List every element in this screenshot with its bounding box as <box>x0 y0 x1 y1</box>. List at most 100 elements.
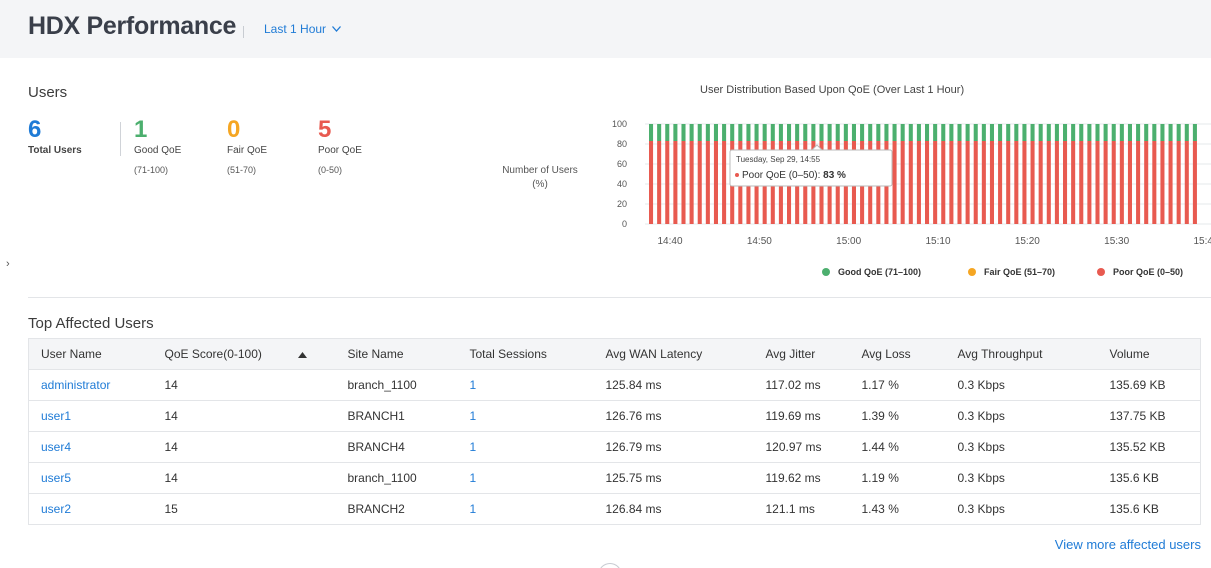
cell-user-name[interactable]: user1 <box>28 400 153 432</box>
cell-qoe-score: 15 <box>152 493 336 525</box>
cell-qoe-score: 14 <box>152 400 336 432</box>
bar-good-qoe <box>827 124 832 141</box>
legend-dot-poor <box>1097 268 1105 276</box>
user-link[interactable]: user2 <box>41 502 71 516</box>
user-link[interactable]: user4 <box>41 440 71 454</box>
col-header-user-name[interactable]: User Name <box>28 338 153 370</box>
qoe-distribution-chart[interactable]: 100 80 60 40 20 0 14:40 14:50 15:00 15:10 15:20 15:… <box>600 112 1211 254</box>
cell-total-sessions[interactable]: 1 <box>457 462 594 494</box>
col-header-avg-wan-latency[interactable]: Avg WAN Latency <box>593 338 754 370</box>
sessions-link[interactable]: 1 <box>470 409 477 423</box>
tooltip-date: Tuesday, Sep 29, 14:55 <box>736 155 821 164</box>
cell-avg-loss: 1.17 % <box>849 369 946 401</box>
bar-poor-qoe <box>1111 141 1116 224</box>
col-header-avg-loss[interactable]: Avg Loss <box>849 338 946 370</box>
bar-poor-qoe <box>1192 141 1197 224</box>
time-range-dropdown[interactable]: Last 1 Hour <box>264 22 342 36</box>
bar-poor-qoe <box>892 141 897 224</box>
bar-good-qoe <box>746 124 751 141</box>
col-header-total-sessions[interactable]: Total Sessions <box>457 338 594 370</box>
cell-avg-throughput: 0.3 Kbps <box>945 400 1098 432</box>
stat-good-qoe: 1 Good QoE (71-100) <box>134 116 181 176</box>
bar-good-qoe <box>989 124 994 141</box>
sessions-link[interactable]: 1 <box>470 502 477 516</box>
cell-user-name[interactable]: user4 <box>28 431 153 463</box>
stat-value: 1 <box>134 116 148 143</box>
cell-total-sessions[interactable]: 1 <box>457 493 594 525</box>
bar-good-qoe <box>860 124 865 141</box>
cell-avg-loss: 1.19 % <box>849 462 946 494</box>
bar-good-qoe <box>998 124 1003 141</box>
sessions-link[interactable]: 1 <box>470 471 477 485</box>
legend-label-poor: Poor QoE (0–50) <box>1113 267 1184 277</box>
bar-good-qoe <box>1168 124 1173 141</box>
tooltip-series: Poor QoE (0–50): 83 % <box>742 170 846 181</box>
cell-avg-wan-latency: 126.84 ms <box>593 493 754 525</box>
x-tick-label: 15:00 <box>836 236 861 247</box>
bar-good-qoe <box>949 124 954 141</box>
chart-title: User Distribution Based Upon QoE (Over L… <box>700 84 965 96</box>
user-link[interactable]: administrator <box>41 378 110 392</box>
bar-good-qoe <box>713 124 718 141</box>
cell-site-name: BRANCH4 <box>335 431 458 463</box>
bar-poor-qoe <box>689 141 694 224</box>
cell-total-sessions[interactable]: 1 <box>457 369 594 401</box>
time-range-label: Last 1 Hour <box>264 22 327 36</box>
bar-good-qoe <box>835 124 840 141</box>
bar-poor-qoe <box>1144 141 1149 224</box>
cell-user-name[interactable]: user2 <box>28 493 153 525</box>
col-header-avg-throughput[interactable]: Avg Throughput <box>945 338 1098 370</box>
cell-qoe-score: 14 <box>152 369 336 401</box>
bar-good-qoe <box>819 124 824 141</box>
scroll-handle[interactable] <box>598 563 622 568</box>
bar-poor-qoe <box>989 141 994 224</box>
top-affected-users-table: User Name QoE Score(0-100) Site Name Tot… <box>28 338 1201 525</box>
cell-avg-wan-latency: 125.75 ms <box>593 462 754 494</box>
col-header-qoe-score[interactable]: QoE Score(0-100) <box>152 338 336 370</box>
legend-item-fair[interactable]: Fair QoE (51–70) <box>968 267 1055 277</box>
bar-good-qoe <box>762 124 767 141</box>
cell-user-name[interactable]: administrator <box>28 369 153 401</box>
sessions-link[interactable]: 1 <box>470 378 477 392</box>
x-tick-label: 15:30 <box>1104 236 1129 247</box>
cell-qoe-score: 14 <box>152 431 336 463</box>
bar-good-qoe <box>868 124 873 141</box>
col-header-site-name[interactable]: Site Name <box>335 338 458 370</box>
bar-good-qoe <box>811 124 816 141</box>
cell-volume: 135.69 KB <box>1097 369 1201 401</box>
bar-good-qoe <box>1119 124 1124 141</box>
legend-item-poor[interactable]: Poor QoE (0–50) <box>1097 267 1183 277</box>
bar-poor-qoe <box>1103 141 1108 224</box>
legend-item-good[interactable]: Good QoE (71–100) <box>822 267 921 277</box>
stat-label: Poor QoE <box>318 145 362 156</box>
cell-total-sessions[interactable]: 1 <box>457 400 594 432</box>
x-tick-label: 14:50 <box>747 236 772 247</box>
view-more-affected-users-link[interactable]: View more affected users <box>1055 537 1201 552</box>
cell-volume: 135.52 KB <box>1097 431 1201 463</box>
sort-ascending-icon[interactable] <box>297 351 307 358</box>
table-row: user2 15 BRANCH2 1 126.84 ms 121.1 ms 1.… <box>28 493 1201 525</box>
bar-good-qoe <box>705 124 710 141</box>
sessions-link[interactable]: 1 <box>470 440 477 454</box>
cell-avg-throughput: 0.3 Kbps <box>945 431 1098 463</box>
col-header-avg-jitter[interactable]: Avg Jitter <box>753 338 850 370</box>
user-link[interactable]: user1 <box>41 409 71 423</box>
users-section-title: Users <box>28 84 68 101</box>
stat-range: (51-70) <box>227 165 257 175</box>
collapse-arrow-icon[interactable]: › <box>6 258 10 270</box>
bar-poor-qoe <box>957 141 962 224</box>
bar-poor-qoe <box>1119 141 1124 224</box>
cell-total-sessions[interactable]: 1 <box>457 431 594 463</box>
col-header-volume[interactable]: Volume <box>1097 338 1201 370</box>
bar-poor-qoe <box>1152 141 1157 224</box>
bar-poor-qoe <box>908 141 913 224</box>
cell-user-name[interactable]: user5 <box>28 462 153 494</box>
bar-poor-qoe <box>1168 141 1173 224</box>
bar-poor-qoe <box>925 141 930 224</box>
bar-poor-qoe <box>649 141 654 224</box>
user-link[interactable]: user5 <box>41 471 71 485</box>
bar-good-qoe <box>1022 124 1027 141</box>
bar-good-qoe <box>965 124 970 141</box>
bar-good-qoe <box>754 124 759 141</box>
cell-avg-loss: 1.39 % <box>849 400 946 432</box>
